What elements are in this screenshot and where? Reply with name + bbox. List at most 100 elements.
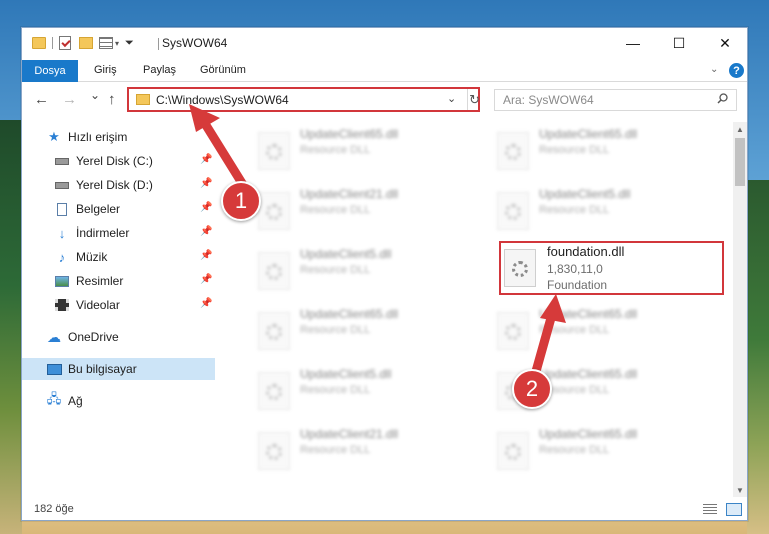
pin-icon[interactable]: 📌: [200, 274, 212, 285]
file-tile[interactable]: UpdateClient65.dll Resource DLL: [489, 424, 714, 478]
gear-icon: [266, 204, 282, 220]
navigation-bar: ← → ⌄ ↑ C:\Windows\SysWOW64 ⌄ ↻ Ara: Sys…: [22, 86, 747, 114]
sidebar-item-label: Yerel Disk (D:): [76, 178, 153, 192]
details-view-icon[interactable]: [703, 504, 717, 515]
sidebar-item-disk-c[interactable]: Yerel Disk (C:) 📌: [22, 150, 215, 172]
sidebar-item-pictures[interactable]: Resimler 📌: [22, 270, 215, 292]
quick-access-toolbar: ▾ ⏷: [32, 36, 134, 50]
search-box[interactable]: Ara: SysWOW64: [494, 89, 737, 111]
vertical-scrollbar[interactable]: ▲ ▼: [733, 122, 747, 497]
scroll-up-icon[interactable]: ▲: [733, 122, 747, 136]
tab-home[interactable]: Giriş: [94, 64, 117, 76]
help-icon[interactable]: ?: [729, 63, 744, 78]
file-tile[interactable]: UpdateClient65.dll Resource DLL: [250, 304, 475, 358]
refresh-button[interactable]: ↻: [467, 89, 480, 110]
sidebar-item-label: Ağ: [68, 394, 83, 408]
file-version: 1,830,11,0: [547, 262, 603, 276]
file-tile[interactable]: UpdateClient21.dll Resource DLL: [250, 184, 475, 238]
file-description: Resource DLL: [300, 384, 371, 396]
file-name: UpdateClient65.dll: [539, 127, 638, 141]
sidebar-item-music[interactable]: ♪ Müzik 📌: [22, 246, 215, 268]
sidebar-item-quick-access[interactable]: ★ Hızlı erişim: [22, 126, 215, 148]
star-icon: ★: [48, 129, 60, 144]
file-description: Resource DLL: [300, 264, 371, 276]
gear-icon: [266, 384, 282, 400]
file-tile[interactable]: UpdateClient65.dll Resource DLL: [489, 124, 714, 178]
computer-icon: [46, 362, 62, 376]
file-description: Foundation: [547, 278, 608, 292]
toolbar-separator: [52, 37, 53, 49]
dll-file-icon: [258, 192, 290, 230]
tiles-view-icon[interactable]: [726, 503, 742, 516]
scroll-down-icon[interactable]: ▼: [733, 483, 747, 497]
pin-icon[interactable]: 📌: [200, 178, 212, 189]
back-button[interactable]: ←: [34, 91, 49, 108]
folder-icon: [136, 94, 150, 105]
sidebar-item-documents[interactable]: Belgeler 📌: [22, 198, 215, 220]
minimize-button[interactable]: —: [610, 28, 656, 58]
sidebar-item-label: Müzik: [76, 250, 108, 264]
file-tile[interactable]: UpdateClient65.dll Resource DLL: [250, 124, 475, 178]
sidebar-item-label: Yerel Disk (C:): [76, 154, 153, 168]
file-tile-foundation-dll[interactable]: foundation.dll 1,830,11,0 Foundation: [499, 241, 724, 295]
network-icon: 🖧: [46, 391, 62, 406]
sidebar-item-downloads[interactable]: ↓ İndirmeler 📌: [22, 222, 215, 244]
sidebar-item-onedrive[interactable]: ☁ OneDrive: [22, 326, 215, 348]
music-icon: ♪: [58, 249, 66, 265]
file-tile[interactable]: UpdateClient5.dll Resource DLL: [250, 244, 475, 298]
sidebar-item-disk-d[interactable]: Yerel Disk (D:) 📌: [22, 174, 215, 196]
chevron-down-icon[interactable]: ⌄: [447, 92, 456, 105]
customize-toolbar-icon[interactable]: ⏷: [125, 37, 134, 50]
recent-locations-button[interactable]: ⌄: [90, 88, 100, 102]
dll-file-icon: [504, 249, 536, 287]
search-input[interactable]: Ara: SysWOW64: [503, 93, 594, 107]
gear-icon: [505, 324, 521, 340]
address-bar[interactable]: C:\Windows\SysWOW64 ⌄ ↻: [127, 87, 480, 112]
file-name: UpdateClient65.dll: [539, 427, 638, 441]
tab-file[interactable]: Dosya: [22, 60, 78, 82]
tab-share[interactable]: Paylaş: [143, 64, 176, 76]
gear-icon: [505, 444, 521, 460]
properties-icon[interactable]: [59, 36, 71, 50]
file-tile[interactable]: UpdateClient65.dll Resource DLL: [489, 304, 714, 358]
file-list: UpdateClient65.dll Resource DLL UpdateCl…: [236, 122, 733, 497]
pin-icon[interactable]: 📌: [200, 298, 212, 309]
videos-icon: [54, 298, 70, 312]
file-name: UpdateClient21.dll: [300, 187, 399, 201]
sidebar-item-label: Belgeler: [76, 202, 121, 216]
sidebar-item-label: Bu bilgisayar: [68, 362, 137, 376]
file-tile[interactable]: UpdateClient5.dll Resource DLL: [489, 184, 714, 238]
window-title: SysWOW64: [162, 36, 228, 50]
file-tile[interactable]: UpdateClient21.dll Resource DLL: [250, 424, 475, 478]
expand-ribbon-icon[interactable]: ⌄: [710, 64, 718, 75]
pin-icon[interactable]: 📌: [200, 226, 212, 237]
sidebar-item-label: İndirmeler: [76, 226, 130, 240]
tab-view[interactable]: Görünüm: [200, 64, 246, 76]
dll-file-icon: [258, 432, 290, 470]
dll-file-icon: [258, 372, 290, 410]
sidebar-item-network[interactable]: 🖧 Ağ: [22, 390, 215, 412]
explorer-window: ▾ ⏷ SysWOW64 — ☐ ✕ Dosya Giriş Paylaş Gö…: [21, 27, 748, 521]
address-path[interactable]: C:\Windows\SysWOW64: [156, 93, 289, 107]
view-icon[interactable]: [99, 37, 113, 49]
pin-icon[interactable]: 📌: [200, 154, 212, 165]
sidebar-item-this-pc[interactable]: Bu bilgisayar: [22, 358, 215, 380]
file-description: Resource DLL: [539, 444, 610, 456]
file-tile[interactable]: UpdateClient5.dll Resource DLL: [250, 364, 475, 418]
pin-icon[interactable]: 📌: [200, 202, 212, 213]
search-icon[interactable]: [717, 93, 728, 104]
forward-button[interactable]: →: [62, 91, 77, 108]
file-name: UpdateClient21.dll: [300, 427, 399, 441]
dll-file-icon: [258, 132, 290, 170]
up-button[interactable]: ↑: [108, 91, 116, 108]
file-description: Resource DLL: [300, 444, 371, 456]
scrollbar-thumb[interactable]: [735, 138, 745, 186]
sidebar-item-videos[interactable]: Videolar 📌: [22, 294, 215, 316]
dll-file-icon: [258, 312, 290, 350]
chevron-down-icon[interactable]: ▾: [115, 39, 119, 48]
new-folder-icon[interactable]: [79, 37, 93, 49]
maximize-button[interactable]: ☐: [656, 28, 702, 58]
pin-icon[interactable]: 📌: [200, 250, 212, 261]
close-button[interactable]: ✕: [702, 28, 748, 58]
ribbon: Dosya Giriş Paylaş Görünüm ⌄ ?: [22, 60, 747, 82]
